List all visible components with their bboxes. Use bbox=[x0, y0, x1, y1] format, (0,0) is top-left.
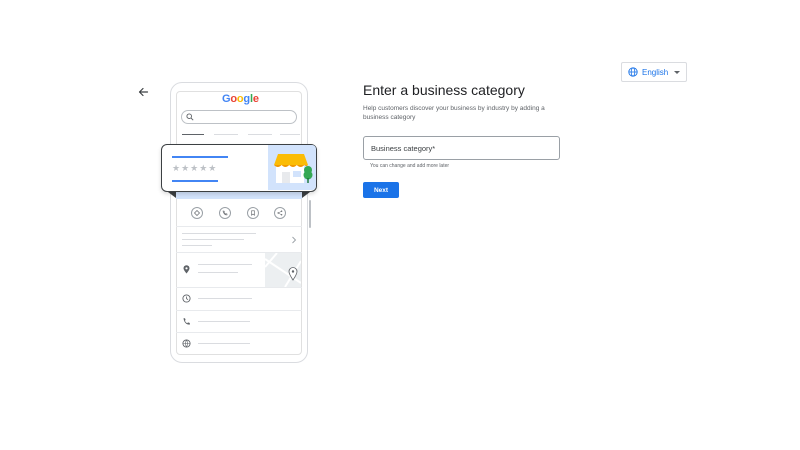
website-globe-icon bbox=[182, 339, 191, 348]
divider bbox=[176, 310, 302, 311]
divider bbox=[176, 332, 302, 333]
clock-icon bbox=[182, 294, 191, 303]
storefront-icon bbox=[268, 145, 316, 190]
language-selector[interactable]: English bbox=[621, 62, 687, 82]
globe-icon bbox=[628, 67, 638, 77]
mock-text-line bbox=[182, 233, 256, 234]
share-icon bbox=[274, 207, 286, 219]
card-fold bbox=[302, 192, 310, 198]
mock-tab bbox=[214, 134, 238, 135]
business-card-illustration: ★★★★★ bbox=[161, 144, 317, 192]
card-fold bbox=[168, 192, 176, 198]
search-icon bbox=[186, 113, 194, 121]
mock-text-line bbox=[198, 343, 250, 344]
mock-title-line bbox=[172, 156, 228, 158]
card-highlight bbox=[176, 192, 302, 199]
mock-tab bbox=[182, 134, 204, 135]
star-rating-icon: ★★★★★ bbox=[172, 163, 218, 173]
divider bbox=[176, 287, 302, 288]
language-label: English bbox=[642, 67, 669, 77]
mock-text-line bbox=[198, 321, 250, 322]
call-icon bbox=[219, 207, 231, 219]
mock-subtitle-line bbox=[172, 180, 218, 182]
location-pin-icon bbox=[183, 265, 190, 274]
mock-search-bar bbox=[181, 110, 297, 124]
phone-screen bbox=[176, 91, 302, 355]
page-description: Help customers discover your business by… bbox=[363, 105, 545, 121]
map-thumbnail-icon bbox=[265, 253, 301, 287]
mock-text-line bbox=[198, 298, 252, 299]
arrow-back-icon[interactable] bbox=[137, 86, 149, 98]
mock-text-line bbox=[182, 245, 212, 246]
mock-tab bbox=[280, 134, 300, 135]
scrollbar bbox=[309, 200, 311, 228]
chevron-down-icon bbox=[674, 70, 680, 74]
directions-icon bbox=[191, 207, 203, 219]
chevron-right-icon bbox=[292, 236, 297, 244]
mock-text-line bbox=[198, 272, 238, 273]
mock-tab bbox=[248, 134, 272, 135]
business-category-input[interactable] bbox=[363, 136, 560, 160]
divider bbox=[176, 226, 302, 227]
page-title: Enter a business category bbox=[363, 82, 525, 98]
next-button[interactable]: Next bbox=[363, 182, 399, 198]
bookmark-icon bbox=[247, 207, 259, 219]
mock-text-line bbox=[182, 239, 244, 240]
phone-icon bbox=[183, 318, 190, 325]
google-logo: Google bbox=[222, 93, 259, 105]
field-helper-text: You can change and add more later bbox=[370, 163, 450, 169]
mock-text-line bbox=[198, 264, 252, 265]
